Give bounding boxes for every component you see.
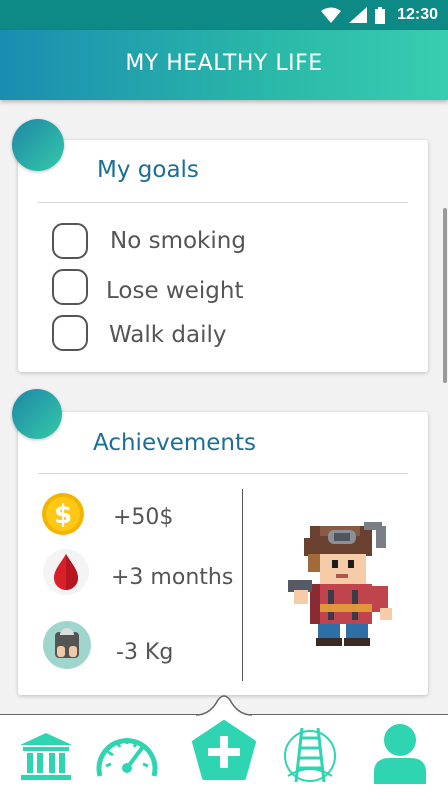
goals-title: My goals [97,157,199,183]
goal-checkbox[interactable] [52,269,88,305]
nav-add-icon[interactable] [192,720,256,782]
weight-scale-icon [43,621,91,669]
achievements-title: Achievements [93,430,256,456]
svg-text:$: $ [54,500,72,530]
goal-label: Lose weight [106,278,244,304]
achievements-card: Achievements $ +50$ +3 months -3 Kg [18,412,428,695]
nav-ladder-icon[interactable] [282,726,338,784]
achievements-divider [38,473,408,474]
page-title: MY HEALTHY LIFE [125,51,323,76]
goal-item-no-smoking[interactable]: No smoking [52,223,246,259]
goals-divider [38,202,408,203]
coin-dollar-icon: $ [42,493,84,535]
achievement-weight-value: -3 Kg [116,640,174,665]
nav-profile-icon[interactable] [372,722,428,786]
status-time: 12:30 [397,6,438,23]
achievements-separator [242,489,243,681]
pixel-character-avatar [288,522,392,646]
goal-item-lose-weight[interactable]: Lose weight [52,269,243,305]
goals-accent-dot [12,119,64,171]
goal-label: No smoking [110,228,246,254]
wifi-icon [321,7,342,23]
goals-card: My goals No smoking Lose weight Walk dai… [18,140,428,372]
blood-drop-icon [43,549,89,595]
signal-icon [349,7,368,23]
battery-icon [375,6,386,24]
nav-notch [196,695,252,716]
achievement-life-value: +3 months [111,565,234,590]
scrollbar[interactable] [443,208,447,383]
nav-bank-icon[interactable] [18,731,74,781]
goal-checkbox[interactable] [52,315,88,351]
app-header: MY HEALTHY LIFE [0,30,448,100]
status-icons: 12:30 [321,6,438,24]
goal-checkbox[interactable] [52,223,88,259]
nav-speedometer-icon[interactable] [94,730,160,782]
goal-label: Walk daily [109,322,227,348]
achievements-accent-dot [12,389,62,439]
achievement-money-value: +50$ [113,505,174,530]
status-bar: 12:30 [0,0,448,30]
goal-item-walk-daily[interactable]: Walk daily [52,315,226,351]
